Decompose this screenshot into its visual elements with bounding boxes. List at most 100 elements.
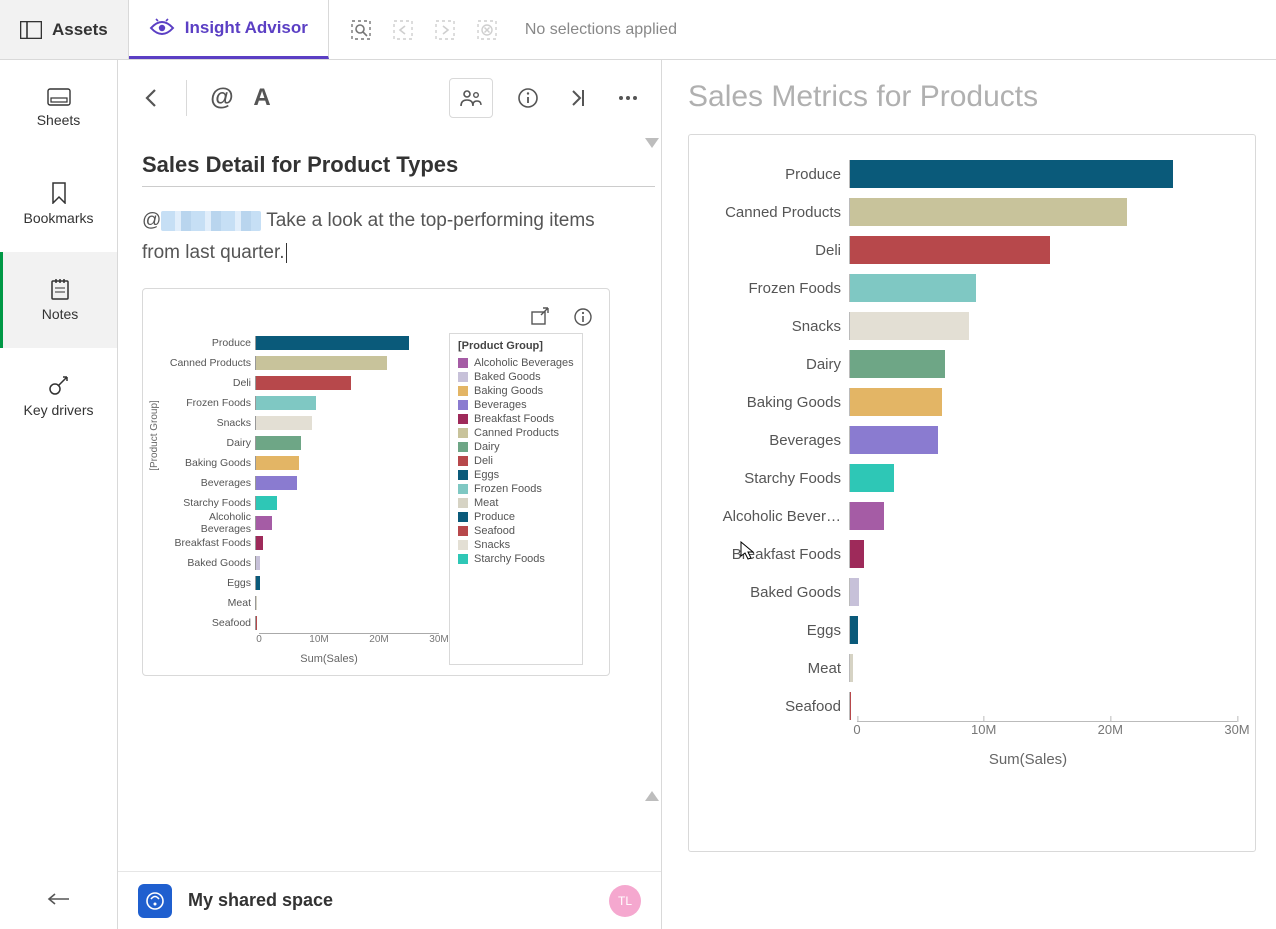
scroll-up-icon[interactable] bbox=[645, 138, 659, 148]
mini-bar-label: Frozen Foods bbox=[159, 397, 255, 409]
axis-tick: 30M bbox=[1224, 722, 1249, 737]
back-button[interactable] bbox=[136, 83, 166, 113]
bar[interactable] bbox=[850, 464, 894, 492]
scroll-down-icon[interactable] bbox=[645, 791, 659, 801]
mini-tick: 0 bbox=[256, 634, 262, 645]
assets-button[interactable]: Assets bbox=[0, 0, 129, 59]
sidebar-item-keydrivers[interactable]: Key drivers bbox=[0, 348, 117, 444]
insight-advisor-button[interactable]: Insight Advisor bbox=[129, 0, 329, 59]
bar-row[interactable]: Baking Goods bbox=[699, 387, 1237, 417]
space-icon[interactable] bbox=[138, 884, 172, 918]
bar[interactable] bbox=[850, 540, 864, 568]
note-body[interactable]: Sales Detail for Product Types @ Take a … bbox=[118, 138, 661, 871]
mini-bar-row: Baking Goods bbox=[159, 453, 439, 473]
note-text[interactable]: @ Take a look at the top-performing item… bbox=[142, 205, 655, 270]
text-format-button[interactable]: A bbox=[247, 83, 277, 113]
chart-snapshot[interactable]: [Product Group] ProduceCanned ProductsDe… bbox=[142, 288, 610, 676]
bar[interactable] bbox=[850, 654, 853, 682]
legend: [Product Group] Alcoholic BeveragesBaked… bbox=[449, 333, 583, 665]
user-avatar[interactable]: TL bbox=[609, 885, 641, 917]
legend-item[interactable]: Deli bbox=[458, 454, 574, 468]
mini-bar bbox=[256, 576, 260, 590]
mini-bar bbox=[256, 416, 312, 430]
bar-label: Frozen Foods bbox=[699, 280, 849, 297]
legend-item[interactable]: Alcoholic Beverages bbox=[458, 356, 574, 370]
bar-row[interactable]: Breakfast Foods bbox=[699, 539, 1237, 569]
bar-row[interactable]: Canned Products bbox=[699, 197, 1237, 227]
bar[interactable] bbox=[850, 160, 1173, 188]
legend-label: Seafood bbox=[474, 525, 515, 537]
bar[interactable] bbox=[850, 236, 1050, 264]
sidebar-item-notes[interactable]: Notes bbox=[0, 252, 117, 348]
legend-item[interactable]: Baked Goods bbox=[458, 370, 574, 384]
legend-item[interactable]: Baking Goods bbox=[458, 384, 574, 398]
mini-bar-label: Alcoholic Beverages bbox=[159, 511, 255, 535]
info-button[interactable] bbox=[513, 83, 543, 113]
sidebar-item-bookmarks[interactable]: Bookmarks bbox=[0, 156, 117, 252]
collapse-sidebar-button[interactable] bbox=[0, 869, 117, 929]
bar-row[interactable]: Snacks bbox=[699, 311, 1237, 341]
bar[interactable] bbox=[850, 350, 945, 378]
more-button[interactable] bbox=[613, 83, 643, 113]
legend-item[interactable]: Canned Products bbox=[458, 426, 574, 440]
bar[interactable] bbox=[850, 616, 858, 644]
mention-chip[interactable] bbox=[161, 211, 261, 231]
bar-row[interactable]: Seafood bbox=[699, 691, 1237, 721]
bar-row[interactable]: Dairy bbox=[699, 349, 1237, 379]
space-label[interactable]: My shared space bbox=[188, 890, 333, 911]
bar[interactable] bbox=[850, 692, 851, 720]
mini-bar-label: Baked Goods bbox=[159, 557, 255, 569]
bar[interactable] bbox=[850, 388, 942, 416]
legend-item[interactable]: Frozen Foods bbox=[458, 482, 574, 496]
legend-item[interactable]: Produce bbox=[458, 510, 574, 524]
legend-item[interactable]: Starchy Foods bbox=[458, 552, 574, 566]
legend-item[interactable]: Dairy bbox=[458, 440, 574, 454]
bar-row[interactable]: Baked Goods bbox=[699, 577, 1237, 607]
bar-row[interactable]: Meat bbox=[699, 653, 1237, 683]
smart-search-icon[interactable] bbox=[351, 20, 371, 40]
legend-label: Snacks bbox=[474, 539, 510, 551]
bar-row[interactable]: Beverages bbox=[699, 425, 1237, 455]
bar-row[interactable]: Starchy Foods bbox=[699, 463, 1237, 493]
bar-row[interactable]: Frozen Foods bbox=[699, 273, 1237, 303]
collapse-right-button[interactable] bbox=[563, 83, 593, 113]
note-title[interactable]: Sales Detail for Product Types bbox=[142, 152, 655, 178]
share-users-button[interactable] bbox=[449, 78, 493, 118]
bar[interactable] bbox=[850, 198, 1127, 226]
mention-button[interactable]: @ bbox=[207, 83, 237, 113]
bar[interactable] bbox=[850, 312, 969, 340]
bar[interactable] bbox=[850, 426, 938, 454]
bar-row[interactable]: Eggs bbox=[699, 615, 1237, 645]
legend-item[interactable]: Meat bbox=[458, 496, 574, 510]
mini-bar-label: Dairy bbox=[159, 437, 255, 449]
mini-bar-label: Eggs bbox=[159, 577, 255, 589]
mini-bar bbox=[256, 596, 257, 610]
legend-swatch bbox=[458, 526, 468, 536]
bar[interactable] bbox=[850, 274, 976, 302]
mini-bar-label: Breakfast Foods bbox=[159, 537, 255, 549]
top-bar: Assets Insight Advisor No selections app… bbox=[0, 0, 1276, 60]
info-icon[interactable] bbox=[573, 307, 593, 327]
mini-bar-row: Meat bbox=[159, 593, 439, 613]
bar-row[interactable]: Produce bbox=[699, 159, 1237, 189]
legend-item[interactable]: Eggs bbox=[458, 468, 574, 482]
bar-row[interactable]: Deli bbox=[699, 235, 1237, 265]
bar[interactable] bbox=[850, 502, 884, 530]
panel-icon bbox=[20, 21, 42, 39]
legend-item[interactable]: Seafood bbox=[458, 524, 574, 538]
legend-swatch bbox=[458, 358, 468, 368]
export-icon[interactable] bbox=[531, 307, 551, 327]
bar-area bbox=[849, 540, 1237, 568]
legend-item[interactable]: Breakfast Foods bbox=[458, 412, 574, 426]
separator bbox=[186, 80, 187, 116]
bar-area bbox=[849, 692, 1237, 720]
bar-area bbox=[849, 236, 1237, 264]
bar[interactable] bbox=[850, 578, 859, 606]
legend-item[interactable]: Beverages bbox=[458, 398, 574, 412]
sidebar-item-sheets[interactable]: Sheets bbox=[0, 60, 117, 156]
bar-row[interactable]: Alcoholic Bever… bbox=[699, 501, 1237, 531]
mini-bar-row: Alcoholic Beverages bbox=[159, 513, 439, 533]
sales-bar-chart[interactable]: Produce Canned Products Deli Frozen Foods Sn… bbox=[688, 134, 1256, 852]
sheets-icon bbox=[47, 88, 71, 106]
legend-item[interactable]: Snacks bbox=[458, 538, 574, 552]
